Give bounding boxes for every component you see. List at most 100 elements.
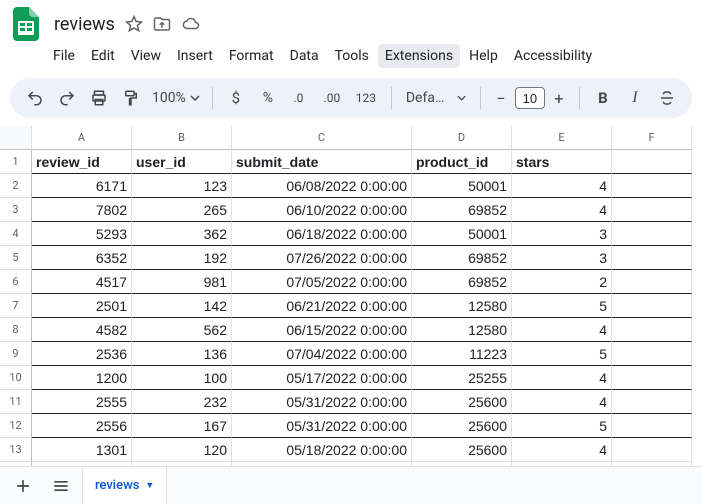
- cell[interactable]: 06/15/2022 0:00:00: [232, 318, 412, 342]
- cell[interactable]: 1301: [32, 438, 132, 462]
- cell[interactable]: 2501: [32, 294, 132, 318]
- cell[interactable]: 25600: [412, 438, 512, 462]
- cell[interactable]: 4582: [32, 318, 132, 342]
- cell[interactable]: 12580: [412, 318, 512, 342]
- cell[interactable]: submit_date: [232, 150, 412, 174]
- cell[interactable]: [612, 150, 692, 174]
- row-header[interactable]: 13: [0, 438, 32, 462]
- menu-file[interactable]: File: [46, 44, 82, 68]
- cell[interactable]: 6171: [32, 174, 132, 198]
- menu-accessibility[interactable]: Accessibility: [507, 44, 599, 68]
- cell[interactable]: 06/21/2022 0:00:00: [232, 294, 412, 318]
- cell[interactable]: 07/04/2022 0:00:00: [232, 342, 412, 366]
- sheet-tab-menu-icon[interactable]: ▼: [145, 480, 154, 491]
- menu-edit[interactable]: Edit: [84, 44, 122, 68]
- cell[interactable]: [612, 342, 692, 366]
- cell[interactable]: 06/10/2022 0:00:00: [232, 198, 412, 222]
- cell[interactable]: 562: [132, 318, 232, 342]
- sheet-tab-reviews[interactable]: reviews ▼: [82, 466, 167, 504]
- column-header-E[interactable]: E: [512, 126, 612, 150]
- strikethrough-button[interactable]: [652, 83, 682, 113]
- cell[interactable]: 25600: [412, 414, 512, 438]
- cell[interactable]: 4: [512, 390, 612, 414]
- cell[interactable]: 4: [512, 174, 612, 198]
- row-header[interactable]: 4: [0, 222, 32, 246]
- cell[interactable]: [612, 438, 692, 462]
- zoom-select[interactable]: 100%: [148, 90, 204, 106]
- cell[interactable]: 4: [512, 318, 612, 342]
- row-header[interactable]: 7: [0, 294, 32, 318]
- bold-button[interactable]: B: [588, 83, 618, 113]
- cell[interactable]: 2556: [32, 414, 132, 438]
- cell[interactable]: 07/26/2022 0:00:00: [232, 246, 412, 270]
- cell[interactable]: [612, 222, 692, 246]
- menu-tools[interactable]: Tools: [328, 44, 376, 68]
- cell[interactable]: 4: [512, 198, 612, 222]
- cell[interactable]: [612, 294, 692, 318]
- row-header[interactable]: 2: [0, 174, 32, 198]
- cell[interactable]: [612, 414, 692, 438]
- menu-data[interactable]: Data: [283, 44, 326, 68]
- row-header[interactable]: 6: [0, 270, 32, 294]
- cell[interactable]: [612, 174, 692, 198]
- row-header[interactable]: 3: [0, 198, 32, 222]
- cell[interactable]: [612, 198, 692, 222]
- paint-format-button[interactable]: [116, 83, 146, 113]
- cell[interactable]: 136: [132, 342, 232, 366]
- cell[interactable]: review_id: [32, 150, 132, 174]
- cell[interactable]: 232: [132, 390, 232, 414]
- row-header[interactable]: 1: [0, 150, 32, 174]
- redo-button[interactable]: [52, 83, 82, 113]
- cloud-status-icon[interactable]: [181, 15, 201, 33]
- font-family-select[interactable]: Defaul…: [400, 90, 472, 106]
- cell[interactable]: 06/08/2022 0:00:00: [232, 174, 412, 198]
- row-header[interactable]: 5: [0, 246, 32, 270]
- cell[interactable]: 4517: [32, 270, 132, 294]
- cell[interactable]: [612, 246, 692, 270]
- cell[interactable]: 3: [512, 222, 612, 246]
- percent-button[interactable]: %: [253, 83, 283, 113]
- cell[interactable]: 7802: [32, 198, 132, 222]
- italic-button[interactable]: I: [620, 83, 650, 113]
- print-button[interactable]: [84, 83, 114, 113]
- more-formats-button[interactable]: 123: [349, 83, 383, 113]
- column-header-C[interactable]: C: [232, 126, 412, 150]
- increase-font-size-button[interactable]: +: [547, 86, 571, 110]
- row-header[interactable]: 8: [0, 318, 32, 342]
- cell[interactable]: 142: [132, 294, 232, 318]
- cell[interactable]: 100: [132, 366, 232, 390]
- cell[interactable]: 265: [132, 198, 232, 222]
- column-header-F[interactable]: F: [612, 126, 692, 150]
- cell[interactable]: 4: [512, 366, 612, 390]
- cell[interactable]: product_id: [412, 150, 512, 174]
- cell[interactable]: 4: [512, 438, 612, 462]
- cell[interactable]: 981: [132, 270, 232, 294]
- cell[interactable]: 123: [132, 174, 232, 198]
- cell[interactable]: [612, 270, 692, 294]
- cell[interactable]: 2555: [32, 390, 132, 414]
- cell[interactable]: [612, 390, 692, 414]
- select-all-corner[interactable]: [0, 126, 32, 150]
- cell[interactable]: 69852: [412, 198, 512, 222]
- cell[interactable]: 06/18/2022 0:00:00: [232, 222, 412, 246]
- cell[interactable]: 192: [132, 246, 232, 270]
- cell[interactable]: 25600: [412, 390, 512, 414]
- cell[interactable]: user_id: [132, 150, 232, 174]
- menu-insert[interactable]: Insert: [170, 44, 220, 68]
- row-header[interactable]: 12: [0, 414, 32, 438]
- cell[interactable]: [612, 366, 692, 390]
- cell[interactable]: 05/18/2022 0:00:00: [232, 438, 412, 462]
- column-header-A[interactable]: A: [32, 126, 132, 150]
- all-sheets-button[interactable]: [44, 471, 78, 501]
- row-header[interactable]: 9: [0, 342, 32, 366]
- menu-extensions[interactable]: Extensions: [378, 44, 460, 68]
- menu-view[interactable]: View: [124, 44, 168, 68]
- cell[interactable]: 05/31/2022 0:00:00: [232, 390, 412, 414]
- row-header[interactable]: 11: [0, 390, 32, 414]
- cell[interactable]: 05/17/2022 0:00:00: [232, 366, 412, 390]
- cell[interactable]: 50001: [412, 222, 512, 246]
- cell[interactable]: 69852: [412, 270, 512, 294]
- cell[interactable]: 167: [132, 414, 232, 438]
- cell[interactable]: 25255: [412, 366, 512, 390]
- cell[interactable]: 50001: [412, 174, 512, 198]
